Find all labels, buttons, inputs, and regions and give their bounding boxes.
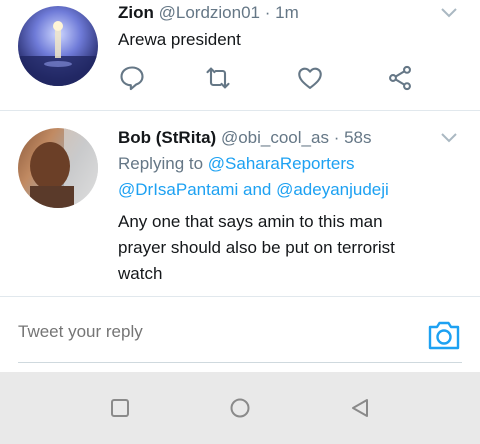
- tweet-time[interactable]: 1m: [275, 3, 299, 22]
- replying-to-label: Replying to: [118, 154, 204, 173]
- reply-underline: [18, 362, 462, 363]
- avatar[interactable]: [18, 6, 98, 86]
- chevron-down-icon[interactable]: [440, 6, 458, 24]
- tweet-header: Bob (StRita) @obi_cool_as · 58s: [118, 128, 372, 148]
- comment-icon[interactable]: [118, 64, 146, 92]
- avatar-image: [18, 21, 98, 86]
- reply-input[interactable]: [18, 322, 398, 342]
- avatar[interactable]: [18, 128, 98, 208]
- author-handle[interactable]: @Lordzion01: [159, 3, 260, 22]
- system-navigation-bar: [0, 372, 480, 444]
- recent-apps-icon[interactable]: [108, 396, 132, 420]
- separator-dot: ·: [333, 128, 340, 147]
- chevron-down-icon[interactable]: [440, 131, 458, 149]
- avatar-image: [30, 128, 98, 208]
- author-name[interactable]: Zion: [118, 3, 154, 22]
- tweet-text-line: Any one that says amin to this man: [118, 212, 383, 231]
- tweet-text: Arewa president: [118, 30, 241, 49]
- tweet-zion[interactable]: Zion @Lordzion01 · 1m Arewa president: [0, 0, 480, 110]
- camera-icon[interactable]: [426, 318, 462, 352]
- mention-link[interactable]: @SaharaReporters: [208, 154, 355, 173]
- share-icon[interactable]: [386, 64, 414, 92]
- author-handle[interactable]: @obi_cool_as: [221, 128, 329, 147]
- tweet-thread-screen: Zion @Lordzion01 · 1m Arewa president Bo…: [0, 0, 480, 444]
- and-label: and: [242, 180, 272, 199]
- retweet-icon[interactable]: [204, 64, 232, 92]
- tweet-actions: [118, 64, 418, 96]
- tweet-text: Any one that says amin to this man praye…: [118, 209, 395, 287]
- reply-composer: [0, 298, 480, 372]
- heart-icon[interactable]: [296, 64, 324, 92]
- home-icon[interactable]: [228, 396, 252, 420]
- mention-link[interactable]: @DrIsaPantami: [118, 180, 238, 199]
- back-icon[interactable]: [348, 396, 372, 420]
- tweet-text-line: watch: [118, 264, 163, 283]
- tweet-divider: [0, 296, 480, 297]
- tweet-header: Zion @Lordzion01 · 1m: [118, 3, 299, 23]
- separator-dot: ·: [264, 3, 271, 22]
- tweet-text-line: prayer should also be put on terrorist: [118, 238, 395, 257]
- mention-link[interactable]: @adeyanjudeji: [276, 180, 389, 199]
- tweet-bob[interactable]: Bob (StRita) @obi_cool_as · 58s Replying…: [0, 111, 480, 297]
- author-name[interactable]: Bob (StRita): [118, 128, 216, 147]
- replying-to: Replying to @SaharaReporters @DrIsaPanta…: [118, 151, 389, 203]
- tweet-time[interactable]: 58s: [344, 128, 371, 147]
